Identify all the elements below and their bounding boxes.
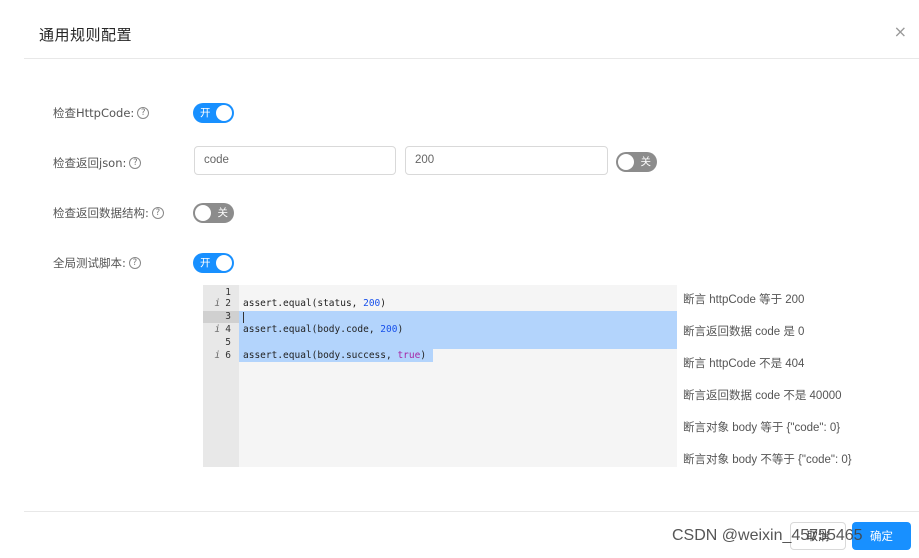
snippet-item[interactable]: 断言 httpCode 等于 200: [683, 291, 804, 307]
switch-knob: [216, 255, 232, 271]
switch-text: 关: [217, 207, 229, 219]
code-number: 200: [380, 324, 398, 335]
code-number: 200: [363, 298, 381, 309]
line-number-value: 4: [225, 324, 231, 335]
global-script-label: 全局测试脚本: ?: [53, 255, 141, 271]
line-number: i4: [203, 323, 231, 336]
data-structure-switch[interactable]: 关: [193, 203, 234, 223]
snippet-item[interactable]: 断言 httpCode 不是 404: [683, 355, 804, 371]
rule-config-dialog: 通用规则配置 × 检查HttpCode: ? 开 检查返回json: ? cod…: [0, 0, 919, 558]
switch-knob: [618, 154, 634, 170]
line-number: i6: [203, 349, 231, 362]
code-text: ): [380, 298, 387, 309]
global-script-label-text: 全局测试脚本:: [53, 256, 126, 270]
http-code-label: 检查HttpCode: ?: [53, 105, 150, 121]
help-icon[interactable]: ?: [151, 207, 164, 219]
data-structure-label-text: 检查返回数据结构:: [53, 206, 149, 220]
switch-text: 开: [200, 257, 211, 269]
info-icon: i: [214, 324, 221, 335]
return-json-label: 检查返回json: ?: [53, 155, 142, 171]
code-text: assert.equal(body.success,: [243, 350, 398, 361]
snippet-item[interactable]: 断言对象 body 不等于 {"code": 0}: [683, 451, 852, 467]
return-json-label-text: 检查返回json:: [53, 156, 127, 170]
line-number-value: 3: [225, 311, 231, 322]
snippet-item[interactable]: 断言返回数据 code 不是 40000: [683, 387, 842, 403]
line-number: 3: [203, 310, 231, 323]
code-text: ): [397, 324, 404, 335]
line-number-value: 6: [225, 350, 231, 361]
http-code-switch[interactable]: 开: [193, 103, 234, 123]
footer-divider: [24, 511, 919, 512]
snippet-item[interactable]: 断言返回数据 code 是 0: [683, 323, 804, 339]
code-text: assert.equal(status,: [243, 298, 364, 309]
code-line: assert.equal(body.success, true): [243, 349, 426, 362]
code-keyword: true: [397, 350, 421, 361]
help-icon[interactable]: ?: [137, 107, 150, 119]
switch-text: 开: [200, 107, 211, 119]
watermark: CSDN @weixin_45755465: [672, 527, 863, 544]
info-icon: i: [214, 350, 221, 361]
line-number: i2: [203, 297, 231, 310]
dialog-header: 通用规则配置 ×: [0, 0, 919, 60]
line-number-value: 2: [225, 298, 231, 309]
line-number-value: 5: [225, 337, 231, 348]
snippet-item[interactable]: 断言对象 body 等于 {"code": 0}: [683, 419, 840, 435]
switch-knob: [195, 205, 211, 221]
code-line: assert.equal(status, 200): [243, 297, 386, 310]
data-structure-label: 检查返回数据结构: ?: [53, 205, 164, 221]
return-json-switch[interactable]: 关: [616, 152, 657, 172]
help-icon[interactable]: ?: [129, 157, 142, 169]
switch-text: 关: [640, 156, 652, 168]
json-value-input[interactable]: 200: [405, 146, 608, 175]
dialog-title: 通用规则配置: [39, 26, 133, 44]
http-code-label-text: 检查HttpCode:: [53, 106, 135, 120]
switch-knob: [216, 105, 232, 121]
text-cursor: [243, 312, 244, 323]
code-editor[interactable]: 1 i2 3 i4 5 i6 assert.equal(status, 200)…: [203, 285, 677, 467]
code-text: assert.equal(body.code,: [243, 324, 381, 335]
line-number: 5: [203, 336, 231, 349]
code-line: assert.equal(body.code, 200): [243, 323, 403, 336]
help-icon[interactable]: ?: [128, 257, 141, 269]
close-icon[interactable]: ×: [894, 24, 907, 40]
info-icon: i: [214, 298, 221, 309]
json-key-input[interactable]: code: [194, 146, 396, 175]
global-script-switch[interactable]: 开: [193, 253, 234, 273]
code-text: ): [420, 350, 427, 361]
header-divider: [24, 58, 919, 59]
